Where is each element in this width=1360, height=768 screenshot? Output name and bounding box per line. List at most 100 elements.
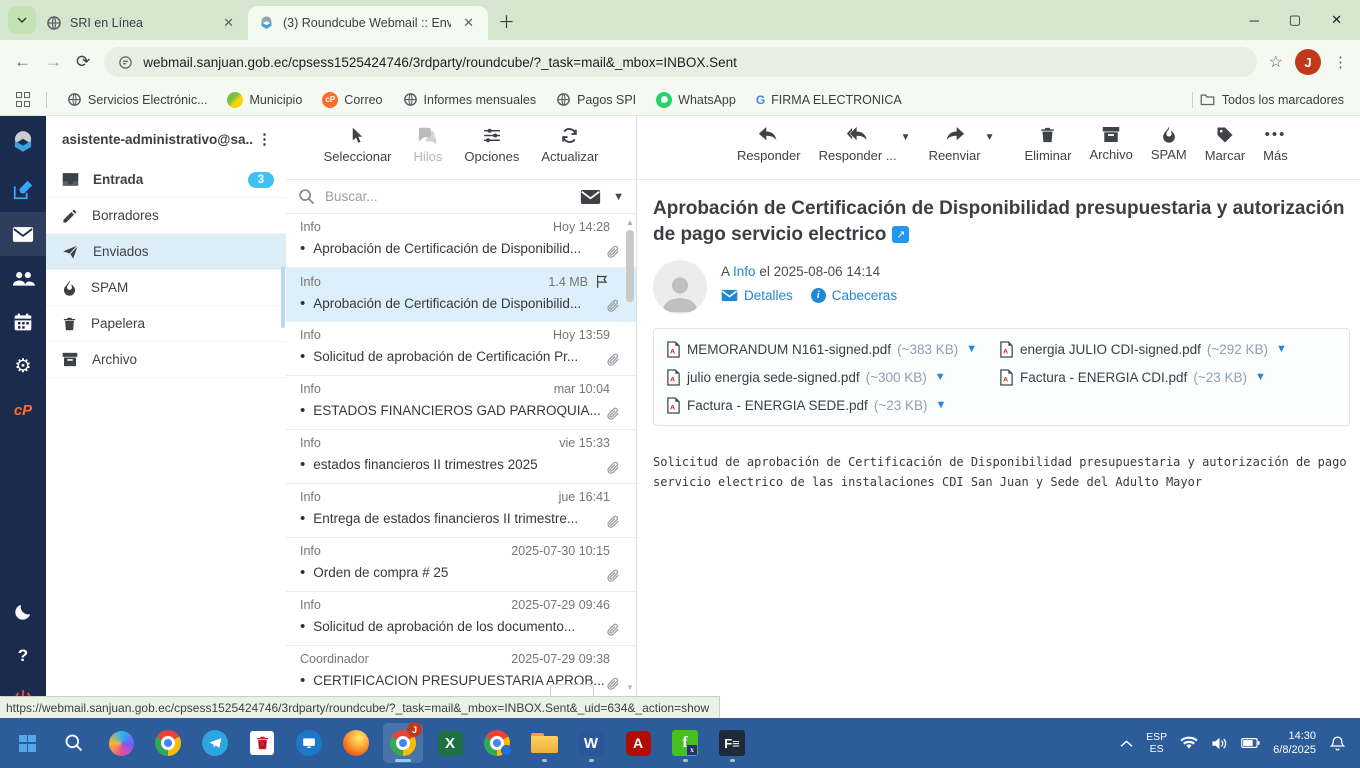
message-row[interactable]: Info 2025-07-30 10:15 • Orden de compra # … (286, 538, 636, 592)
window-maximize-button[interactable]: ▢ (1289, 12, 1301, 28)
tab-sri[interactable]: SRI en Línea ✕ (36, 6, 248, 40)
forward-button[interactable]: → (45, 52, 62, 72)
address-bar[interactable]: webmail.sanjuan.gob.ec/cpsess1525424746/… (104, 47, 1257, 77)
attachment-menu-icon[interactable]: ▼ (1255, 371, 1266, 383)
contacts-nav-icon[interactable] (0, 256, 46, 300)
refresh-button[interactable]: Actualizar (541, 126, 598, 164)
window-close-button[interactable]: ✕ (1331, 12, 1342, 28)
message-row[interactable]: Info 2025-07-29 09:46 • Solicitud de aprob… (286, 592, 636, 646)
chrome-button[interactable] (148, 723, 188, 763)
excel-button[interactable]: X (430, 723, 470, 763)
threads-button[interactable]: Hilos (414, 126, 442, 164)
calendar-nav-icon[interactable] (0, 300, 46, 344)
tab-roundcube[interactable]: (3) Roundcube Webmail :: Envia ✕ (248, 6, 488, 40)
acrobat-button[interactable]: A (618, 723, 658, 763)
site-settings-icon[interactable] (118, 55, 133, 70)
bookmark-correo[interactable]: cP Correo (322, 91, 383, 108)
details-link[interactable]: Detalles (721, 288, 793, 303)
attachment-chip[interactable]: A energia JULIO CDI-signed.pdf (~292 KB)… (999, 337, 1337, 361)
message-row-selected[interactable]: Info 1.4 MB • Aprobación de Certificación … (286, 268, 636, 322)
message-row[interactable]: Info Hoy 14:28 • Aprobación de Certificaci… (286, 214, 636, 268)
attachment-menu-icon[interactable]: ▼ (935, 371, 946, 383)
language-indicator[interactable]: ESP ES (1146, 731, 1167, 755)
message-row[interactable]: Info Hoy 13:59 • Solicitud de aprobación d… (286, 322, 636, 376)
dark-mode-icon[interactable] (0, 590, 46, 634)
firefox-button[interactable] (336, 723, 376, 763)
wifi-icon[interactable] (1180, 736, 1198, 750)
external-link-icon[interactable]: ↗ (892, 226, 910, 243)
mark-button[interactable]: Marcar (1205, 126, 1245, 163)
attachment-menu-icon[interactable]: ▼ (1276, 343, 1287, 355)
delete-button[interactable]: Eliminar (1025, 126, 1071, 163)
archive-button[interactable]: Archivo (1089, 126, 1133, 162)
taskbar-search-button[interactable] (54, 723, 94, 763)
headers-link[interactable]: i Cabeceras (810, 288, 897, 303)
forward-button[interactable]: Reenviar (929, 126, 981, 163)
help-icon[interactable]: ? (0, 634, 46, 678)
notification-bell-icon[interactable] (1329, 735, 1346, 752)
chrome-profile-button[interactable]: J (383, 722, 423, 763)
tab-close-icon[interactable]: ✕ (459, 13, 478, 33)
reload-button[interactable]: ⟳ (76, 52, 90, 72)
file-explorer-button[interactable] (524, 723, 564, 763)
start-button[interactable] (7, 723, 47, 763)
sidebar-item-papelera[interactable]: Papelera (46, 306, 286, 342)
list-scrollbar[interactable]: ▲ ▼ (624, 214, 636, 718)
reply-dropdown-icon[interactable]: ▼ (901, 132, 911, 143)
message-row[interactable]: Info mar 10:04 • ESTADOS FINANCIEROS GAD P… (286, 376, 636, 430)
attachment-chip[interactable]: A Factura - ENERGIA SEDE.pdf (~23 KB) ▼ (666, 393, 999, 417)
bookmark-firma[interactable]: G FIRMA ELECTRONICA (756, 93, 902, 107)
profile-avatar[interactable]: J (1295, 49, 1321, 75)
bookmark-star-icon[interactable]: ☆ (1269, 52, 1283, 72)
recipient-link[interactable]: Info (733, 264, 756, 279)
remote-desktop-button[interactable] (289, 723, 329, 763)
sidebar-item-archivo[interactable]: Archivo (46, 342, 286, 378)
attachment-chip[interactable]: A julio energia sede-signed.pdf (~300 KB… (666, 365, 999, 389)
options-button[interactable]: Opciones (464, 126, 519, 164)
search-options-chevron-icon[interactable]: ▼ (613, 191, 624, 203)
spam-button[interactable]: SPAM (1151, 126, 1187, 162)
copilot-button[interactable] (101, 723, 141, 763)
attachment-chip[interactable]: A Factura - ENERGIA CDI.pdf (~23 KB) ▼ (999, 365, 1337, 389)
all-bookmarks-button[interactable]: Todos los marcadores (1191, 91, 1344, 108)
search-input[interactable] (325, 189, 581, 204)
attachment-menu-icon[interactable]: ▼ (935, 399, 946, 411)
tab-search-button[interactable] (8, 6, 36, 34)
select-button[interactable]: Seleccionar (324, 126, 392, 164)
tab-close-icon[interactable]: ✕ (219, 13, 238, 33)
sidebar-item-spam[interactable]: SPAM (46, 270, 286, 306)
app-f-green-button[interactable]: fx (665, 723, 705, 763)
chrome-search-button[interactable] (477, 723, 517, 763)
sidebar-item-entrada[interactable]: Entrada 3 (46, 162, 286, 198)
window-minimize-button[interactable]: ─ (1250, 13, 1259, 28)
mail-nav-icon[interactable] (0, 212, 46, 256)
tray-chevron-icon[interactable] (1120, 739, 1133, 748)
attachment-menu-icon[interactable]: ▼ (966, 343, 977, 355)
apps-grid-icon[interactable] (16, 91, 32, 108)
reply-all-button[interactable]: Responder ... (819, 126, 897, 163)
attachment-chip[interactable]: A MEMORANDUM N161-signed.pdf (~383 KB) ▼ (666, 337, 999, 361)
reply-button[interactable]: Responder (737, 126, 801, 163)
more-button[interactable]: ••• Más (1263, 126, 1288, 163)
bookmark-pagos-spi[interactable]: Pagos SPI (556, 92, 636, 107)
account-menu-icon[interactable]: ⋮ (253, 130, 276, 148)
message-row[interactable]: Info vie 15:33 • estados financieros II tr… (286, 430, 636, 484)
telegram-button[interactable] (195, 723, 235, 763)
battery-icon[interactable] (1241, 737, 1260, 749)
scroll-up-icon[interactable]: ▲ (626, 218, 634, 227)
sidebar-item-borradores[interactable]: Borradores (46, 198, 286, 234)
word-button[interactable]: W (571, 723, 611, 763)
forward-dropdown-icon[interactable]: ▼ (985, 132, 995, 143)
bookmark-municipio[interactable]: Municipio (227, 91, 302, 108)
cpanel-icon[interactable]: cP (0, 388, 46, 432)
speaker-icon[interactable] (1211, 736, 1228, 751)
taskbar-clock[interactable]: 14:30 6/8/2025 (1273, 729, 1316, 757)
message-row[interactable]: Info jue 16:41 • Entrega de estados financ… (286, 484, 636, 538)
bookmark-whatsapp[interactable]: WhatsApp (656, 91, 736, 108)
folder-scrollbar[interactable] (281, 266, 285, 328)
bookmark-servicios[interactable]: Servicios Electrónic... (67, 92, 207, 107)
sidebar-item-enviados[interactable]: Enviados (46, 234, 286, 270)
settings-gear-icon[interactable]: ⚙ (0, 344, 46, 388)
scrollbar-thumb[interactable] (626, 230, 634, 302)
scroll-down-icon[interactable]: ▼ (626, 683, 634, 692)
